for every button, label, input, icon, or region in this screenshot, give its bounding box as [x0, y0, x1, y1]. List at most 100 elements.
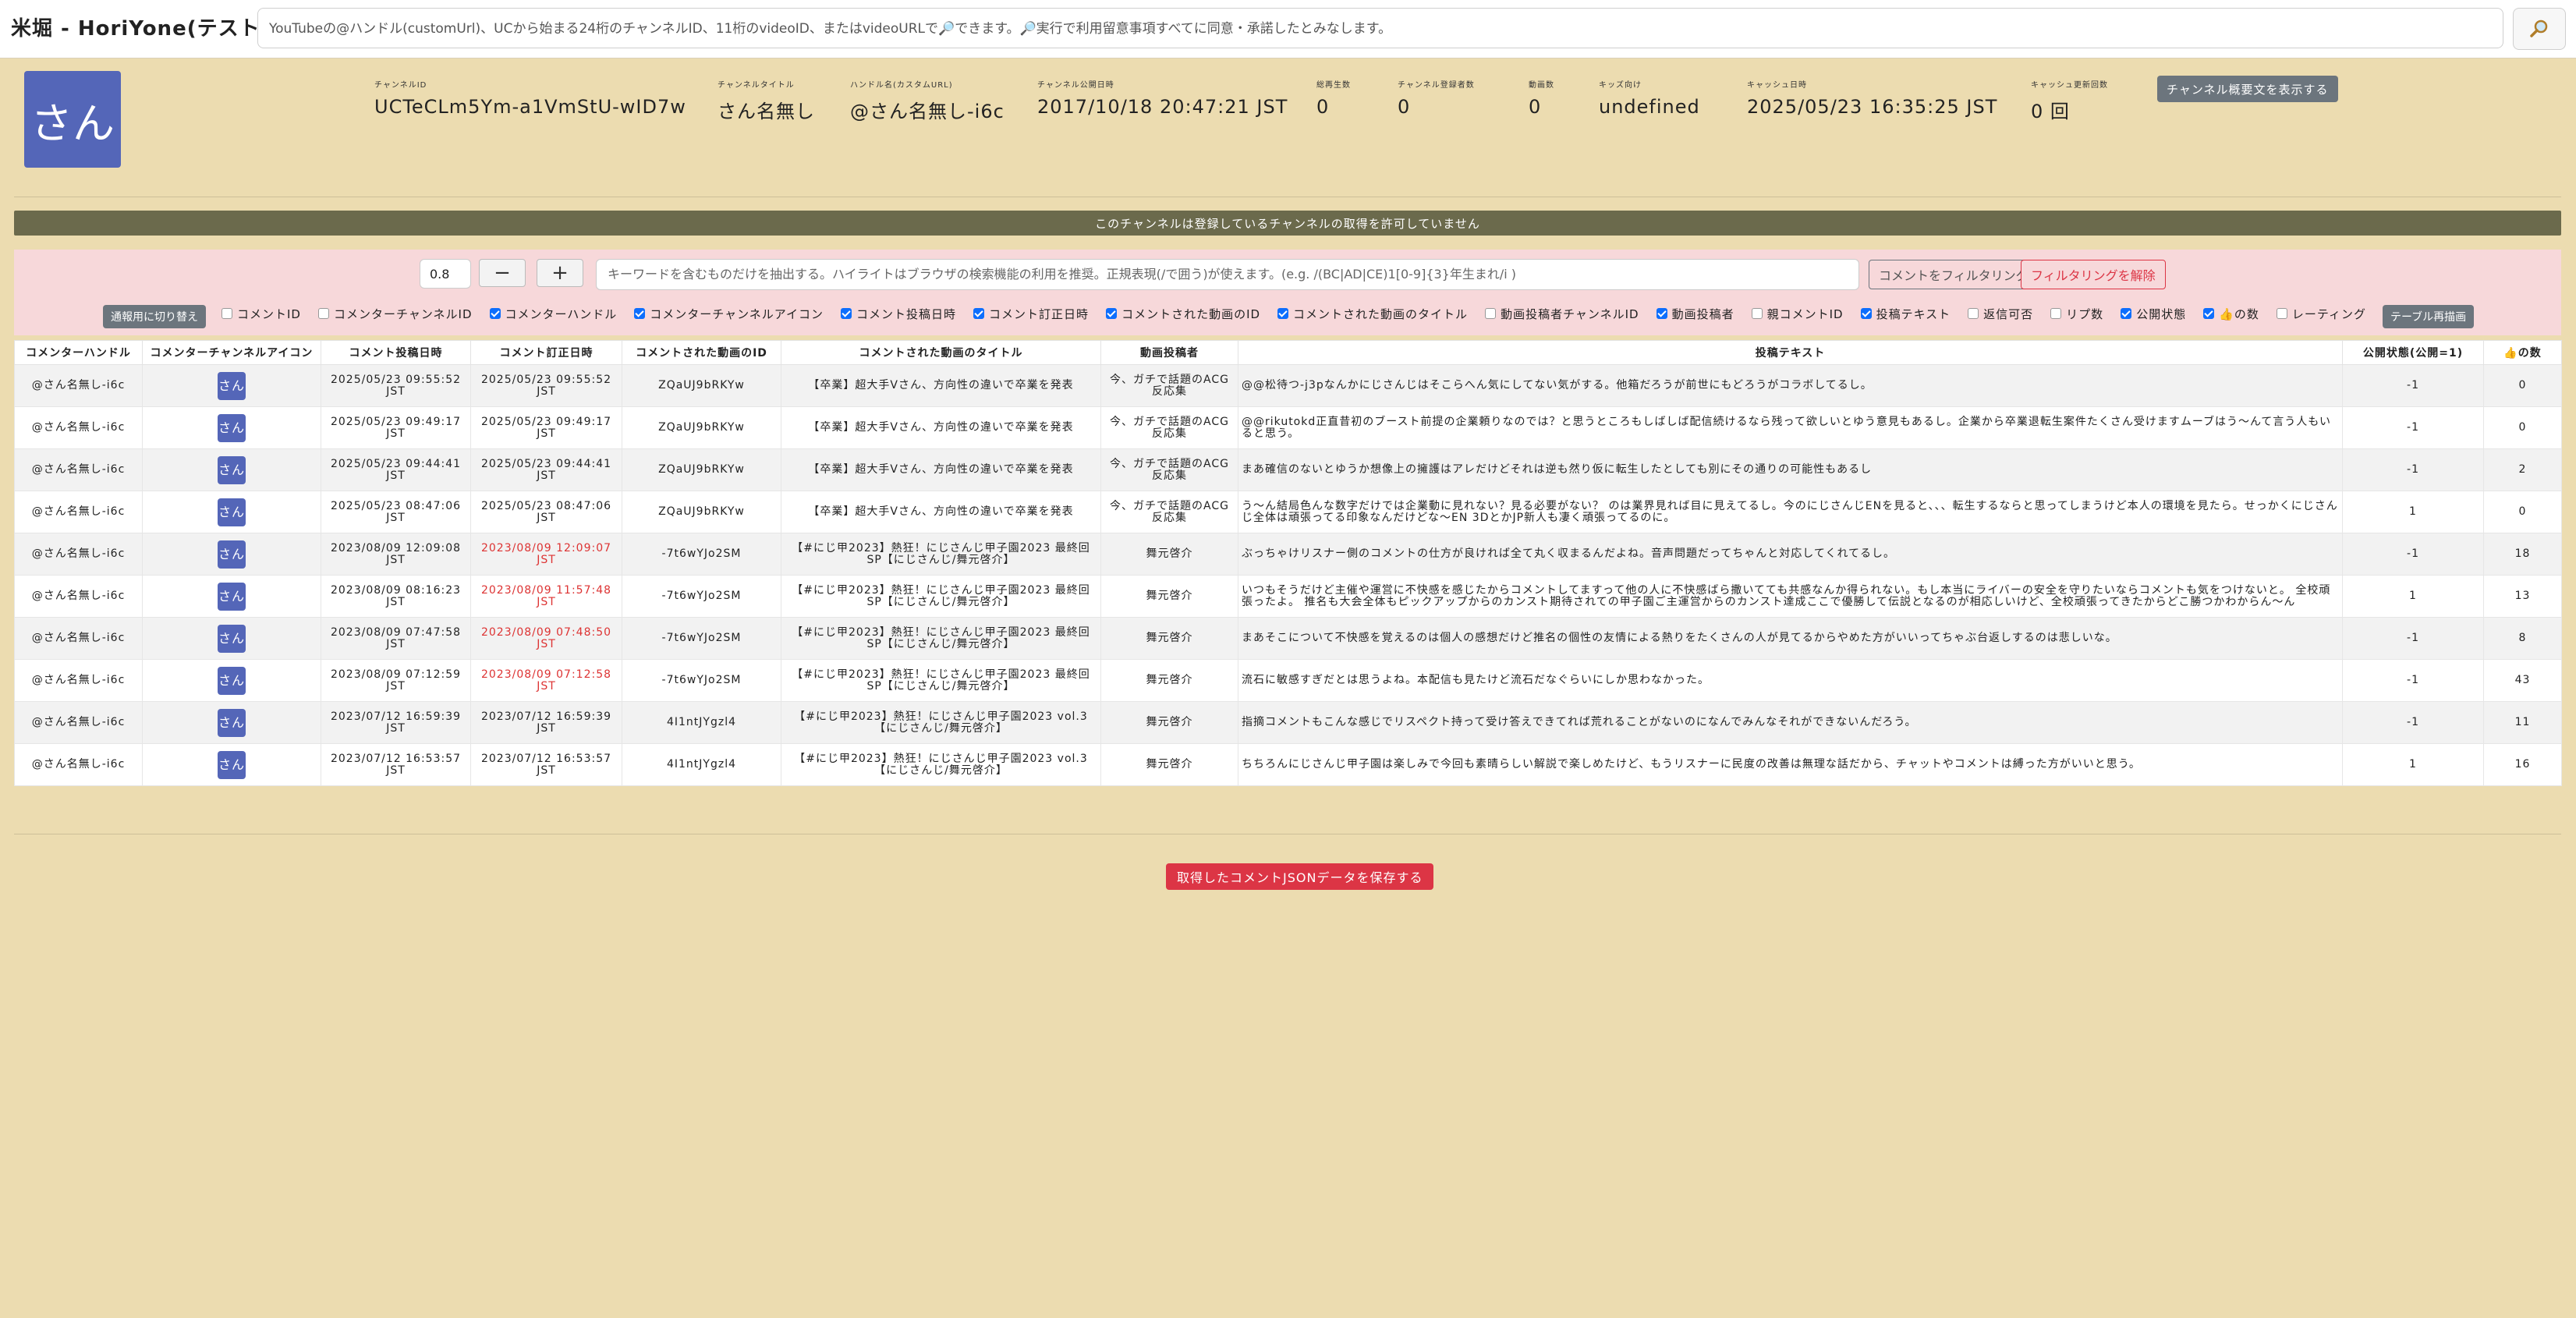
column-toggle-label: コメントされた動画のタイトル: [1293, 306, 1469, 321]
column-toggle[interactable]: コメント訂正日時: [973, 306, 1089, 322]
column-toggle[interactable]: コメンターチャンネルアイコン: [634, 306, 824, 322]
cell-video-title[interactable]: 【卒業】超大手Vさん、方向性の違いで卒業を発表: [781, 491, 1101, 533]
info-subscriber-count: チャンネル登録者数 0: [1398, 78, 1475, 118]
avatar[interactable]: さん: [218, 582, 246, 611]
checkbox[interactable]: [317, 308, 329, 319]
filter-comments-button[interactable]: コメントをフィルタリング: [1869, 260, 2039, 289]
show-summary-button[interactable]: チャンネル概要文を表示する: [2157, 76, 2338, 102]
cell-video-id[interactable]: ZQaUJ9bRKYw: [622, 364, 781, 407]
column-toggle[interactable]: リプ数: [2050, 306, 2103, 322]
cell-likes: 16: [2483, 743, 2562, 786]
checkbox[interactable]: [1485, 308, 1497, 319]
cell-video-id[interactable]: -7t6wYJo2SM: [622, 617, 781, 660]
cell-video-id[interactable]: -7t6wYJo2SM: [622, 659, 781, 702]
cell-edited: 2023/08/09 07:48:50 JST: [470, 617, 622, 660]
avatar[interactable]: さん: [218, 540, 246, 569]
cell-uploader: 舞元啓介: [1100, 701, 1238, 744]
cell-video-id[interactable]: ZQaUJ9bRKYw: [622, 406, 781, 449]
redraw-table-button[interactable]: テーブル再描画: [2383, 305, 2475, 328]
column-header[interactable]: 👍の数: [2483, 340, 2562, 365]
info-handle: ハンドル名(カスタムURL) @さん名無し-i6c: [850, 78, 1005, 123]
search-button[interactable]: [2513, 8, 2566, 50]
column-header[interactable]: 動画投稿者: [1100, 340, 1238, 365]
cell-video-id[interactable]: 4I1ntJYgzl4: [622, 743, 781, 786]
column-toggle[interactable]: コメンターハンドル: [489, 306, 618, 322]
cell-video-title[interactable]: 【卒業】超大手Vさん、方向性の違いで卒業を発表: [781, 364, 1101, 407]
column-toggle[interactable]: コメンターチャンネルID: [317, 306, 473, 322]
report-mode-button[interactable]: 通報用に切り替え: [103, 305, 206, 328]
column-header[interactable]: コメント投稿日時: [321, 340, 471, 365]
column-toggle-label: コメント投稿日時: [856, 306, 957, 321]
search-icon: [2530, 19, 2548, 37]
checkbox[interactable]: [1656, 308, 1667, 319]
cell-status: 1: [2342, 575, 2484, 618]
checkbox[interactable]: [2203, 308, 2215, 319]
checkbox[interactable]: [2276, 308, 2287, 319]
column-toggle[interactable]: 動画投稿者: [1656, 306, 1734, 322]
checkbox[interactable]: [1968, 308, 1979, 319]
keyword-filter-input[interactable]: キーワードを含むものだけを抽出する。ハイライトはブラウザの検索機能の利用を推奨。…: [596, 259, 1859, 290]
zoom-minus-button[interactable]: −: [479, 259, 526, 287]
checkbox[interactable]: [841, 308, 852, 319]
column-toggle[interactable]: レーティング: [2276, 306, 2366, 322]
cell-video-id[interactable]: -7t6wYJo2SM: [622, 575, 781, 618]
save-json-button[interactable]: 取得したコメントJSONデータを保存する: [1166, 863, 1434, 890]
column-header[interactable]: コメンターチャンネルアイコン: [142, 340, 321, 365]
column-toggle[interactable]: コメントID: [221, 306, 301, 322]
cell-video-title[interactable]: 【#にじ甲2023】熱狂！にじさんじ甲子園2023 最終回SP【にじさんじ/舞元…: [781, 533, 1101, 576]
checkbox[interactable]: [1860, 308, 1872, 319]
cell-video-title[interactable]: 【#にじ甲2023】熱狂！にじさんじ甲子園2023 最終回SP【にじさんじ/舞元…: [781, 575, 1101, 618]
avatar[interactable]: さん: [218, 413, 246, 442]
checkbox[interactable]: [2121, 308, 2132, 319]
cell-video-title[interactable]: 【#にじ甲2023】熱狂！にじさんじ甲子園2023 vol.3【にじさんじ/舞元…: [781, 701, 1101, 744]
column-toggle[interactable]: 公開状態: [2121, 306, 2186, 322]
checkbox[interactable]: [634, 308, 646, 319]
column-toggle[interactable]: 👍の数: [2203, 306, 2259, 322]
cell-video-title[interactable]: 【#にじ甲2023】熱狂！にじさんじ甲子園2023 vol.3【にじさんじ/舞元…: [781, 743, 1101, 786]
avatar[interactable]: さん: [218, 708, 246, 737]
table-row: @さん名無し-i6c さん 2025/05/23 09:49:17 JST 2025/…: [14, 406, 2562, 449]
avatar[interactable]: さん: [218, 624, 246, 653]
cell-video-title[interactable]: 【#にじ甲2023】熱狂！にじさんじ甲子園2023 最終回SP【にじさんじ/舞元…: [781, 659, 1101, 702]
zoom-input[interactable]: 0.8: [420, 259, 471, 289]
checkbox[interactable]: [489, 308, 501, 319]
column-toggle[interactable]: コメントされた動画のタイトル: [1277, 306, 1468, 322]
column-toggle[interactable]: 親コメントID: [1751, 306, 1844, 322]
checkbox[interactable]: [2050, 308, 2062, 319]
zoom-plus-button[interactable]: +: [537, 259, 583, 287]
avatar[interactable]: さん: [218, 750, 246, 779]
search-input[interactable]: YouTubeの@ハンドル(customUrl)、UCから始まる24桁のチャンネ…: [257, 8, 2503, 48]
avatar[interactable]: さん: [218, 371, 246, 400]
column-toggle[interactable]: 返信可否: [1968, 306, 2033, 322]
column-header[interactable]: コメントされた動画のタイトル: [781, 340, 1101, 365]
column-header[interactable]: 公開状態(公開=1): [2342, 340, 2484, 365]
column-toggle[interactable]: コメントされた動画のID: [1106, 306, 1260, 322]
info-value: UCTeCLm5Ym-a1VmStU-wID7w: [374, 96, 686, 118]
column-toggle[interactable]: 動画投稿者チャンネルID: [1485, 306, 1639, 322]
cell-video-id[interactable]: -7t6wYJo2SM: [622, 533, 781, 576]
column-toggle-label: 動画投稿者チャンネルID: [1501, 306, 1639, 321]
avatar[interactable]: さん: [218, 666, 246, 695]
column-header[interactable]: コメント訂正日時: [470, 340, 622, 365]
cell-video-id[interactable]: 4I1ntJYgzl4: [622, 701, 781, 744]
cell-video-title[interactable]: 【卒業】超大手Vさん、方向性の違いで卒業を発表: [781, 406, 1101, 449]
cell-video-id[interactable]: ZQaUJ9bRKYw: [622, 491, 781, 533]
checkbox[interactable]: [1751, 308, 1763, 319]
column-header[interactable]: コメンターハンドル: [14, 340, 143, 365]
column-header[interactable]: コメントされた動画のID: [622, 340, 781, 365]
column-header[interactable]: 投稿テキスト: [1238, 340, 2343, 365]
column-toggle-label: コメンターハンドル: [505, 306, 618, 321]
cell-video-title[interactable]: 【#にじ甲2023】熱狂！にじさんじ甲子園2023 最終回SP【にじさんじ/舞元…: [781, 617, 1101, 660]
avatar[interactable]: さん: [218, 498, 246, 526]
checkbox[interactable]: [1106, 308, 1118, 319]
cell-video-title[interactable]: 【卒業】超大手Vさん、方向性の違いで卒業を発表: [781, 448, 1101, 491]
column-toggle[interactable]: 投稿テキスト: [1860, 306, 1951, 322]
column-toggle[interactable]: コメント投稿日時: [841, 306, 956, 322]
avatar[interactable]: さん: [218, 455, 246, 484]
checkbox[interactable]: [973, 308, 985, 319]
checkbox[interactable]: [221, 308, 232, 319]
checkbox[interactable]: [1277, 308, 1289, 319]
info-view-count: 総再生数 0: [1316, 78, 1351, 118]
cell-video-id[interactable]: ZQaUJ9bRKYw: [622, 448, 781, 491]
clear-filter-button[interactable]: フィルタリングを解除: [2021, 260, 2166, 289]
